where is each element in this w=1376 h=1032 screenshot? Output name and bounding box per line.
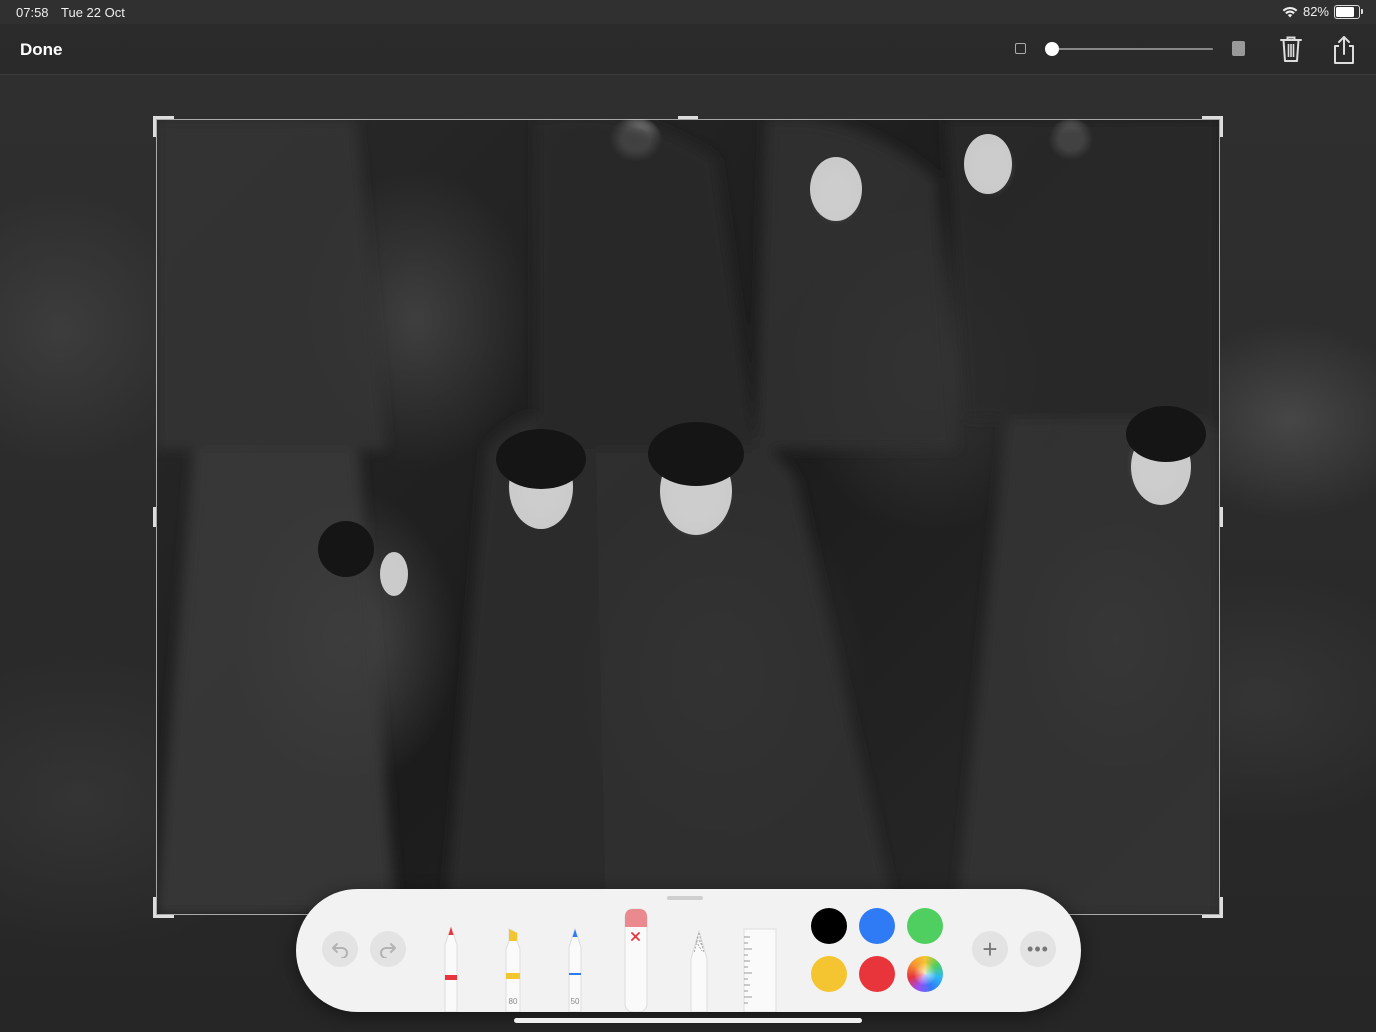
crop-handle-top-left[interactable] (153, 116, 174, 137)
small-square-icon (1015, 43, 1026, 54)
crop-handle-bottom-left[interactable] (153, 897, 174, 918)
top-toolbar: Done (0, 24, 1376, 75)
battery-percent: 82% (1302, 4, 1329, 19)
share-icon[interactable] (1332, 35, 1356, 65)
crop-handle-bottom-right[interactable] (1202, 897, 1223, 918)
crop-handle-left[interactable] (153, 507, 156, 527)
stroke-size-slider[interactable] (1045, 42, 1213, 56)
color-black[interactable] (811, 908, 847, 944)
crop-handle-top-right[interactable] (1202, 116, 1223, 137)
photo-figures (156, 119, 1220, 915)
color-green[interactable] (907, 908, 943, 944)
marker-width-label: 80 (508, 997, 518, 1006)
large-square-icon (1232, 41, 1245, 56)
battery-fill (1336, 6, 1355, 17)
more-button[interactable]: ••• (1020, 931, 1056, 967)
screenshot-canvas[interactable] (153, 116, 1223, 918)
status-right: 82% (1282, 4, 1363, 19)
status-bar: 07:58 Tue 22 Oct 82% (0, 0, 1376, 24)
color-picker-inner (914, 963, 936, 985)
status-date: Tue 22 Oct (61, 5, 125, 20)
pen-tool[interactable] (438, 925, 464, 1012)
tool-palette: 80 50 + ••• (296, 889, 1081, 1012)
pencil-width-label: 50 (570, 997, 580, 1006)
color-red[interactable] (859, 956, 895, 992)
redo-icon (380, 943, 396, 958)
color-picker-icon[interactable] (907, 956, 943, 992)
add-button[interactable]: + (972, 931, 1008, 967)
ruler-tool[interactable] (740, 927, 780, 1012)
color-yellow[interactable] (811, 956, 847, 992)
redo-button[interactable] (370, 931, 406, 967)
status-time: 07:58 (16, 5, 49, 20)
crop-handle-right[interactable] (1220, 507, 1223, 527)
palette-grabber[interactable] (667, 896, 703, 900)
color-blue[interactable] (859, 908, 895, 944)
undo-button[interactable] (322, 931, 358, 967)
slider-thumb[interactable] (1045, 42, 1059, 56)
lasso-tool[interactable] (686, 929, 712, 1012)
battery-icon (1334, 4, 1363, 19)
trash-icon[interactable] (1279, 35, 1303, 63)
home-indicator[interactable] (514, 1018, 862, 1023)
photo-icon (156, 119, 1220, 915)
wifi-icon (1282, 6, 1298, 17)
done-button[interactable]: Done (20, 40, 63, 60)
eraser-tool[interactable] (622, 907, 650, 1012)
crop-handle-top[interactable] (678, 116, 698, 119)
undo-icon (332, 943, 348, 958)
